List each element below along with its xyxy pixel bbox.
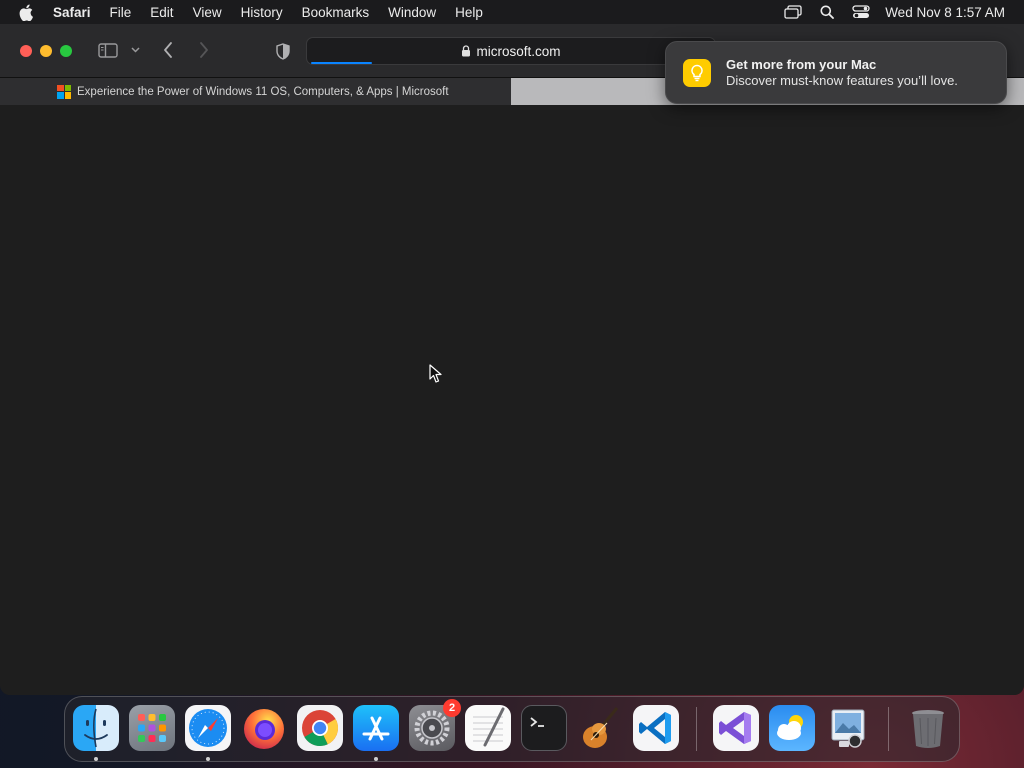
notification-banner[interactable]: Get more from your Mac Discover must-kno… [665, 41, 1007, 104]
dock-running-indicator [94, 757, 98, 761]
dock-trash-icon[interactable] [905, 705, 951, 751]
dock-vscode-icon[interactable] [633, 705, 679, 751]
dock-app-store-icon[interactable] [353, 705, 399, 751]
dock-running-indicator [374, 757, 378, 761]
menu-edit[interactable]: Edit [150, 5, 173, 20]
apple-menu-icon[interactable] [17, 3, 35, 21]
tab-title: Experience the Power of Windows 11 OS, C… [77, 85, 449, 98]
menu-history[interactable]: History [241, 5, 283, 20]
dock-textedit-icon[interactable] [465, 705, 511, 751]
browser-tab[interactable]: Experience the Power of Windows 11 OS, C… [0, 78, 511, 105]
notification-text: Get more from your Mac Discover must-kno… [726, 57, 958, 88]
menu-app-name[interactable]: Safari [53, 5, 91, 20]
dock-preview-icon[interactable] [825, 705, 871, 751]
privacy-shield-icon[interactable] [274, 41, 292, 61]
lock-icon [461, 45, 471, 57]
screen-mirroring-icon[interactable] [783, 3, 803, 21]
safari-window: microsoft.com Experience the Power of Wi… [0, 24, 1024, 695]
sidebar-toggle-icon[interactable] [97, 41, 119, 59]
menu-file[interactable]: File [110, 5, 132, 20]
menu-view[interactable]: View [193, 5, 222, 20]
mouse-cursor-icon [429, 364, 443, 384]
dock-launchpad-icon[interactable] [129, 705, 175, 751]
page-load-progress-bar [311, 62, 372, 64]
dock-visual-studio-icon[interactable] [713, 705, 759, 751]
dock-weather-icon[interactable] [769, 705, 815, 751]
menu-bar-clock[interactable]: Wed Nov 8 1:57 AM [885, 5, 1005, 20]
spotlight-search-icon[interactable] [817, 3, 837, 21]
window-close-button[interactable] [20, 45, 32, 57]
tab-group-chevron-down-icon[interactable] [129, 44, 141, 56]
dock-separator [888, 707, 889, 751]
dock-garageband-icon[interactable] [577, 705, 623, 751]
microsoft-logo-icon [57, 84, 71, 99]
menu-window[interactable]: Window [388, 5, 436, 20]
dock-terminal-icon[interactable] [521, 705, 567, 751]
dock-running-indicator [206, 757, 210, 761]
lightbulb-tips-icon [683, 58, 711, 87]
dock-system-settings-icon[interactable]: 2 [409, 699, 461, 751]
menu-help[interactable]: Help [455, 5, 483, 20]
window-minimize-button[interactable] [40, 45, 52, 57]
menu-bookmarks[interactable]: Bookmarks [302, 5, 370, 20]
dock: 2 [64, 696, 960, 762]
address-url: microsoft.com [476, 43, 561, 59]
dock-separator [696, 707, 697, 751]
address-bar[interactable]: microsoft.com [306, 37, 716, 65]
notification-body: Discover must-know features you’ll love. [726, 73, 958, 88]
back-button-icon[interactable] [160, 41, 176, 59]
control-center-icon[interactable] [851, 3, 871, 21]
notification-badge: 2 [443, 699, 461, 717]
dock-safari-icon[interactable] [185, 705, 231, 751]
dock-firefox-icon[interactable] [241, 705, 287, 751]
web-content-area[interactable] [0, 105, 1024, 695]
dock-chrome-icon[interactable] [297, 705, 343, 751]
window-zoom-button[interactable] [60, 45, 72, 57]
forward-button-icon[interactable] [196, 41, 212, 59]
dock-finder-icon[interactable] [73, 705, 119, 751]
notification-title: Get more from your Mac [726, 57, 877, 72]
menu-bar: Safari File Edit View History Bookmarks … [0, 0, 1024, 24]
